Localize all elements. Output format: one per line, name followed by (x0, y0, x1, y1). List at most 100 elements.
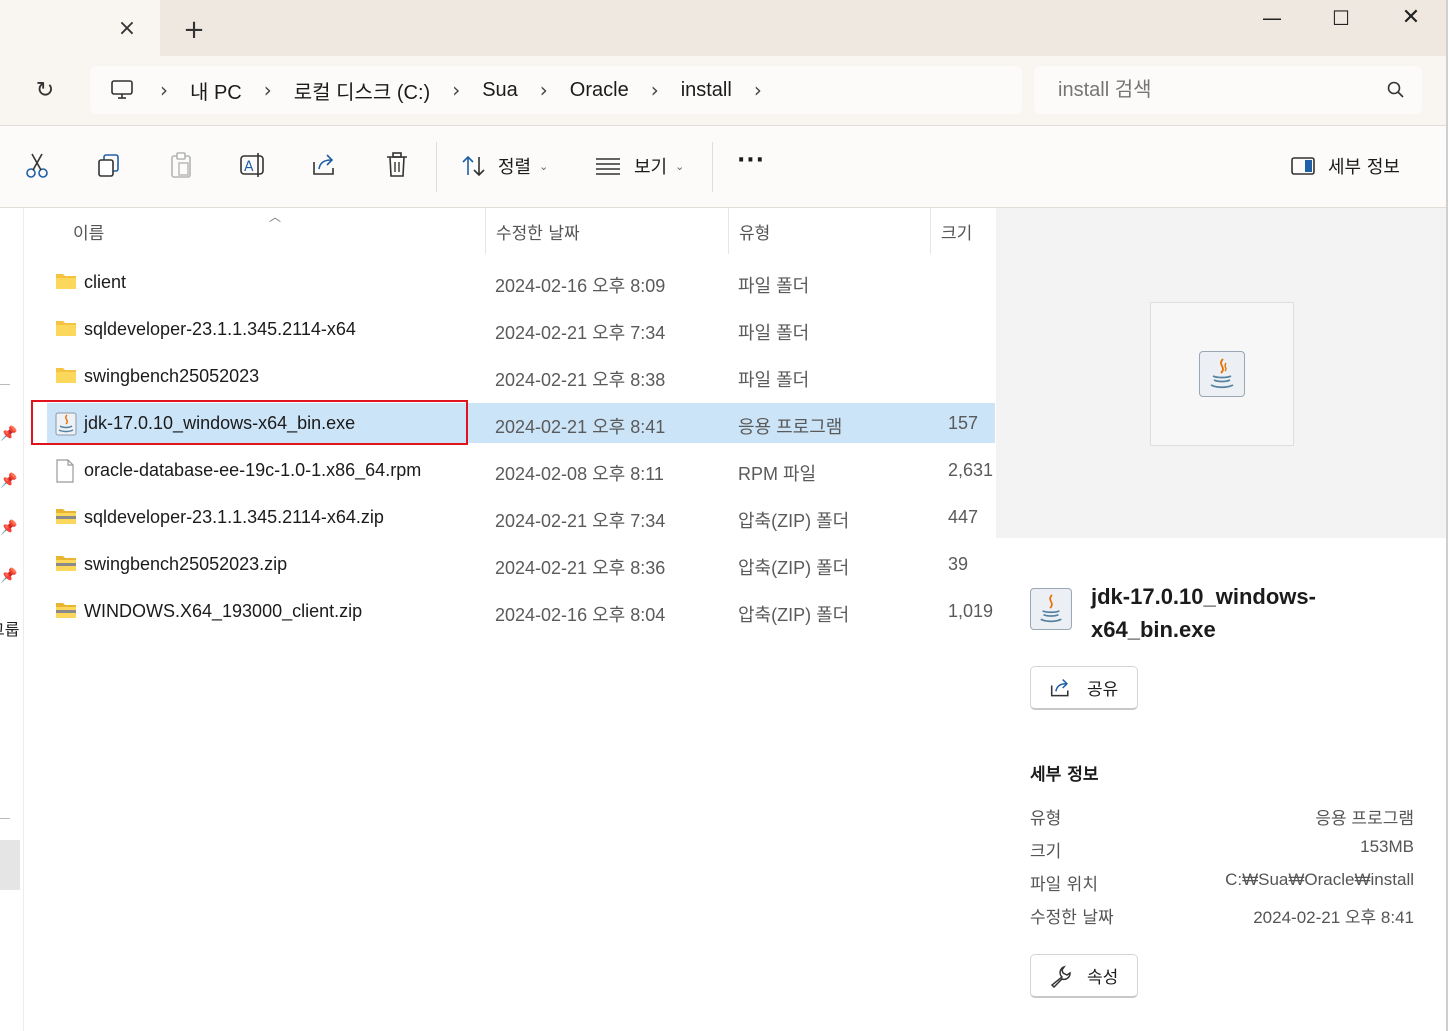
nav-item-label[interactable]: 그룹 (0, 616, 19, 640)
property-label-modified: 수정한 날짜 (1030, 908, 1114, 928)
details-pane-button[interactable]: 세부 정보 (1290, 150, 1400, 182)
folder-icon (55, 318, 77, 340)
breadcrumb-oracle[interactable]: Oracle (570, 79, 629, 102)
new-tab-icon[interactable]: + (178, 14, 210, 46)
file-date: 2024-02-16 오후 8:09 (495, 276, 666, 296)
file-row[interactable]: swingbench25052023 2024-02-21 오후 8:38 파일 폴… (47, 356, 995, 396)
file-type: 파일 폴더 (738, 370, 810, 390)
file-date: 2024-02-21 오후 7:34 (495, 323, 666, 343)
share-icon[interactable] (310, 150, 340, 180)
column-divider[interactable] (930, 208, 931, 254)
properties-button[interactable]: 속성 (1030, 954, 1138, 998)
file-size: 447 (948, 507, 979, 527)
search-box[interactable] (1034, 66, 1422, 114)
chevron-right-icon[interactable]: › (540, 78, 548, 102)
delete-icon[interactable] (382, 150, 412, 180)
search-input[interactable] (1058, 76, 1378, 104)
preview-area (996, 208, 1448, 538)
details-section-title: 세부 정보 (1030, 765, 1099, 785)
chevron-right-icon[interactable]: › (651, 78, 659, 102)
column-divider[interactable] (485, 208, 486, 254)
property-value-type: 응용 프로그램 (1315, 809, 1414, 828)
file-type: 압축(ZIP) 폴더 (738, 605, 850, 625)
file-date: 2024-02-21 오후 8:36 (495, 558, 666, 578)
file-type: 압축(ZIP) 폴더 (738, 558, 850, 578)
property-value-size: 153MB (1360, 837, 1414, 856)
title-bar: × + — ☐ ✕ (0, 0, 1448, 56)
wrench-icon (1049, 964, 1073, 988)
address-bar[interactable]: › 내 PC › 로컬 디스크 (C:) › Sua › Oracle › in… (90, 66, 1022, 114)
file-date: 2024-02-21 오후 8:41 (495, 417, 666, 437)
file-type: 응용 프로그램 (738, 417, 843, 437)
file-size-cell: 1,019 (940, 601, 995, 623)
column-header-date[interactable]: 수정한 날짜 (496, 208, 580, 254)
breadcrumb-sua[interactable]: Sua (482, 79, 518, 102)
file-name: swingbench25052023.zip (84, 554, 288, 574)
more-options-button[interactable]: ··· (734, 150, 768, 182)
nav-scrollbar[interactable] (0, 840, 20, 890)
share-button-label: 공유 (1087, 680, 1119, 700)
breadcrumb-local-disk[interactable]: 로컬 디스크 (C:) (294, 76, 430, 105)
file-name: oracle-database-ee-19c-1.0-1.x86_64.rpm (84, 460, 422, 480)
copy-icon[interactable] (94, 150, 124, 180)
file-row[interactable]: sqldeveloper-23.1.1.345.2114-x64 2024-02-… (47, 309, 995, 349)
file-row[interactable]: client 2024-02-16 오후 8:09 파일 폴더 (47, 262, 995, 302)
nav-divider (0, 384, 10, 385)
chevron-down-icon: ⌄ (539, 159, 549, 173)
properties-button-label: 속성 (1087, 968, 1119, 988)
svg-text:A: A (244, 159, 254, 175)
toolbar-divider (712, 142, 713, 192)
pin-icon[interactable]: 📌 (0, 473, 18, 491)
breadcrumb-my-pc[interactable]: 내 PC (190, 76, 242, 105)
java-exe-icon (1030, 588, 1072, 630)
java-icon (1199, 351, 1245, 397)
chevron-right-icon[interactable]: › (754, 78, 762, 102)
paste-icon[interactable] (166, 150, 196, 180)
computer-icon[interactable] (108, 78, 136, 102)
file-type: 압축(ZIP) 폴더 (738, 511, 850, 531)
details-pane-label: 세부 정보 (1328, 157, 1400, 178)
property-value-location: C:₩Sua₩Oracle₩install (1225, 870, 1414, 889)
close-tab-icon[interactable]: × (112, 14, 142, 44)
share-button[interactable]: 공유 (1030, 666, 1138, 710)
view-label: 보기 (634, 157, 668, 178)
tab-install[interactable]: × (0, 0, 160, 56)
file-row[interactable]: WINDOWS.X64_193000_client.zip 2024-02-16 … (47, 591, 995, 631)
file-size: 2,631 (948, 460, 994, 480)
pin-icon[interactable]: 📌 (0, 568, 18, 586)
chevron-right-icon[interactable]: › (452, 78, 460, 102)
pin-icon[interactable]: 📌 (0, 520, 18, 538)
column-divider[interactable] (728, 208, 729, 254)
cut-icon[interactable] (22, 150, 52, 180)
zip-folder-icon (55, 553, 77, 575)
column-header-size[interactable]: 크기 (941, 208, 972, 254)
pin-icon[interactable]: 📌 (0, 426, 18, 444)
maximize-button[interactable]: ☐ (1306, 0, 1376, 36)
minimize-button[interactable]: — (1237, 0, 1307, 36)
file-size-cell (940, 272, 995, 294)
sort-menu[interactable]: 정렬 ⌄ (460, 150, 548, 182)
search-icon[interactable] (1386, 80, 1406, 100)
rename-icon[interactable]: A (238, 150, 268, 180)
zip-folder-icon (55, 600, 77, 622)
column-header-name[interactable]: 이름 (73, 208, 104, 254)
file-name: sqldeveloper-23.1.1.345.2114-x64 (84, 319, 356, 339)
file-row[interactable]: oracle-database-ee-19c-1.0-1.x86_64.rpm 2… (47, 450, 995, 490)
close-window-button[interactable]: ✕ (1376, 0, 1446, 36)
file-type: RPM 파일 (738, 464, 817, 484)
file-row[interactable]: sqldeveloper-23.1.1.345.2114-x64.zip 2024… (47, 497, 995, 537)
file-preview (1150, 302, 1294, 446)
view-menu[interactable]: 보기 ⌄ (594, 150, 684, 182)
file-type: 파일 폴더 (738, 323, 810, 343)
chevron-down-icon: ⌄ (675, 159, 685, 173)
share-icon (1049, 676, 1073, 700)
file-name: client (84, 272, 127, 292)
chevron-right-icon[interactable]: › (264, 78, 272, 102)
highlight-annotation (31, 400, 468, 445)
chevron-right-icon[interactable]: › (160, 78, 168, 102)
refresh-icon[interactable]: ↻ (28, 74, 62, 108)
property-label-type: 유형 (1030, 809, 1062, 829)
file-row[interactable]: swingbench25052023.zip 2024-02-21 오후 8:36… (47, 544, 995, 584)
column-header-type[interactable]: 유형 (739, 208, 770, 254)
breadcrumb-install[interactable]: install (681, 79, 732, 102)
